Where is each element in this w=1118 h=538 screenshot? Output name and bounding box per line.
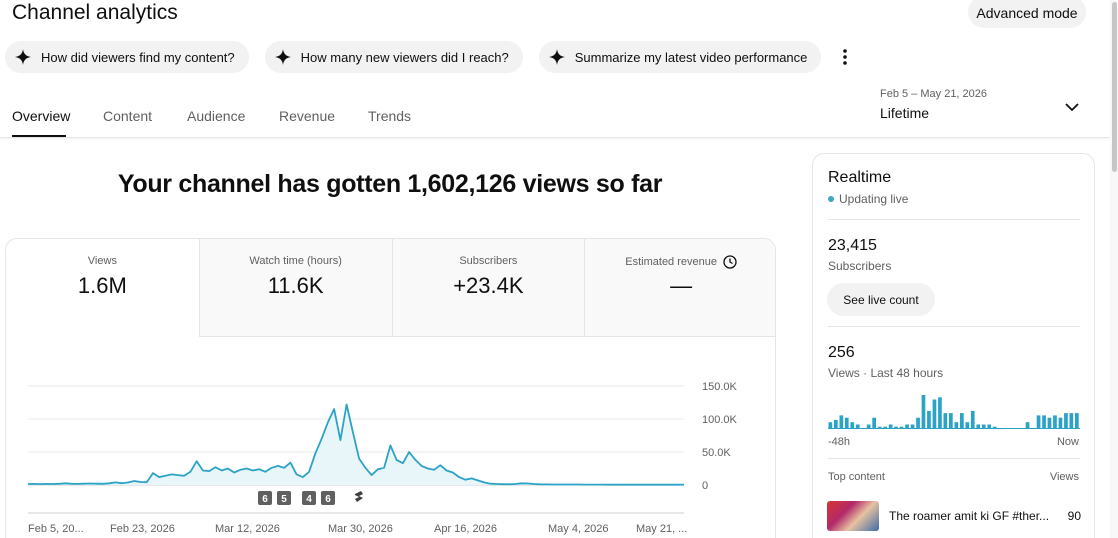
video-marker-label: 6 [325, 494, 331, 505]
realtime-bar [932, 399, 937, 429]
advanced-mode-button[interactable]: Advanced mode [968, 0, 1086, 28]
video-marker-label: 4 [306, 494, 312, 505]
views-chart[interactable]: 150.0K 100.0K 50.0K 0 6 5 4 6 Feb 5, 20... Feb 23… [6, 239, 776, 538]
realtime-bar [834, 419, 838, 429]
realtime-bar [1075, 413, 1079, 429]
realtime-bar [927, 410, 931, 429]
realtime-subscribers: 23,415 [828, 237, 877, 254]
video-views: 90 [1067, 509, 1081, 523]
realtime-bar [938, 397, 942, 429]
x-tick-label: Feb 23, 2026 [110, 523, 175, 535]
realtime-bar [965, 422, 970, 429]
video-marker-label: 6 [262, 494, 268, 505]
realtime-bar [943, 413, 948, 429]
chip-find-content[interactable]: How did viewers find my content? [5, 41, 249, 73]
y-tick-label: 0 [702, 480, 708, 492]
date-range-label[interactable]: Lifetime [880, 105, 929, 121]
x-tick-label: May 4, 2026 [548, 523, 609, 535]
overview-card: Views 1.6M Watch time (hours) 11.6K Subs… [5, 238, 776, 538]
tab-audience[interactable]: Audience [187, 108, 245, 124]
realtime-bar [960, 413, 964, 429]
tab-revenue[interactable]: Revenue [279, 108, 335, 124]
views-column-label: Views [1049, 471, 1079, 483]
scrollbar-thumb[interactable] [1112, 2, 1117, 172]
tab-trends[interactable]: Trends [368, 108, 411, 124]
realtime-bar [1053, 415, 1057, 429]
views-headline: Your channel has gotten 1,602,126 views … [117, 170, 663, 198]
video-thumbnail[interactable] [827, 501, 879, 531]
live-dot-icon [828, 196, 834, 202]
realtime-status-label: Updating live [839, 192, 909, 206]
realtime-card: Realtime Updating live 23,415 Subscriber… [812, 153, 1095, 538]
top-content-item[interactable]: The roamer amit ki GF #ther... 90 [827, 501, 1081, 531]
tab-content[interactable]: Content [103, 108, 152, 124]
x-tick-label: Mar 12, 2026 [215, 523, 280, 535]
divider [828, 326, 1080, 327]
sparkle-icon [15, 49, 31, 65]
realtime-bar [916, 417, 920, 429]
chip-label: Summarize my latest video performance [574, 49, 808, 65]
realtime-views-label: Views · Last 48 hours [828, 366, 944, 380]
chip-label: How did viewers find my content? [41, 49, 235, 65]
active-tab-indicator [12, 135, 66, 137]
realtime-bar [844, 417, 849, 429]
realtime-bar [1058, 417, 1063, 429]
realtime-bar [921, 395, 926, 429]
more-options-icon[interactable] [833, 41, 857, 73]
video-title[interactable]: The roamer amit ki GF #ther... [889, 509, 1049, 523]
realtime-bar [1069, 413, 1074, 429]
realtime-bar [970, 410, 975, 429]
realtime-bar [954, 422, 959, 429]
page-title: Channel analytics [12, 1, 178, 24]
chip-new-viewers[interactable]: How many new viewers did I reach? [264, 41, 523, 73]
realtime-axis-start: -48h [828, 436, 851, 448]
chip-summarize-video[interactable]: Summarize my latest video performance [538, 41, 822, 73]
realtime-bar [850, 422, 855, 429]
realtime-bar [872, 417, 876, 429]
sparkle-icon [274, 49, 291, 65]
tab-overview[interactable]: Overview [12, 108, 70, 124]
suggestion-chips: How did viewers find my content? How man… [5, 41, 857, 73]
sparkle-icon [548, 49, 565, 65]
realtime-bar [828, 422, 833, 429]
date-range-dates[interactable]: Feb 5 – May 21, 2026 [880, 88, 987, 100]
tabs-bar: Overview Content Audience Revenue Trends… [0, 74, 1110, 138]
y-tick-label: 150.0K [702, 381, 738, 393]
y-tick-label: 100.0K [702, 414, 738, 426]
realtime-title: Realtime [828, 169, 892, 186]
realtime-subscribers-label: Subscribers [828, 259, 892, 273]
x-tick-label: May 21, ... [636, 523, 687, 535]
x-tick-label: Apr 16, 2026 [434, 523, 497, 535]
realtime-bar [1042, 415, 1046, 429]
realtime-bar [1064, 413, 1068, 429]
see-live-count-button[interactable]: See live count [827, 283, 935, 316]
chevron-down-icon[interactable] [1063, 98, 1081, 116]
realtime-axis-end: Now [1056, 436, 1079, 448]
video-marker-label: 5 [281, 494, 287, 505]
realtime-bar [1047, 417, 1052, 429]
divider [828, 219, 1080, 220]
y-tick-label: 50.0K [702, 447, 731, 459]
x-tick-label: Mar 30, 2026 [328, 523, 393, 535]
chip-label: How many new viewers did I reach? [300, 49, 509, 65]
realtime-status: Updating live [828, 192, 908, 206]
top-content-label: Top content [828, 471, 885, 483]
realtime-bar [1025, 422, 1030, 429]
realtime-bar [949, 413, 953, 429]
shorts-icon [355, 491, 363, 502]
realtime-bar [1036, 415, 1041, 429]
x-tick-label: Feb 5, 20... [28, 523, 84, 535]
realtime-views: 256 [828, 344, 855, 361]
realtime-bar-chart[interactable] [828, 389, 1080, 429]
realtime-bar [839, 415, 844, 429]
divider [828, 458, 1080, 459]
